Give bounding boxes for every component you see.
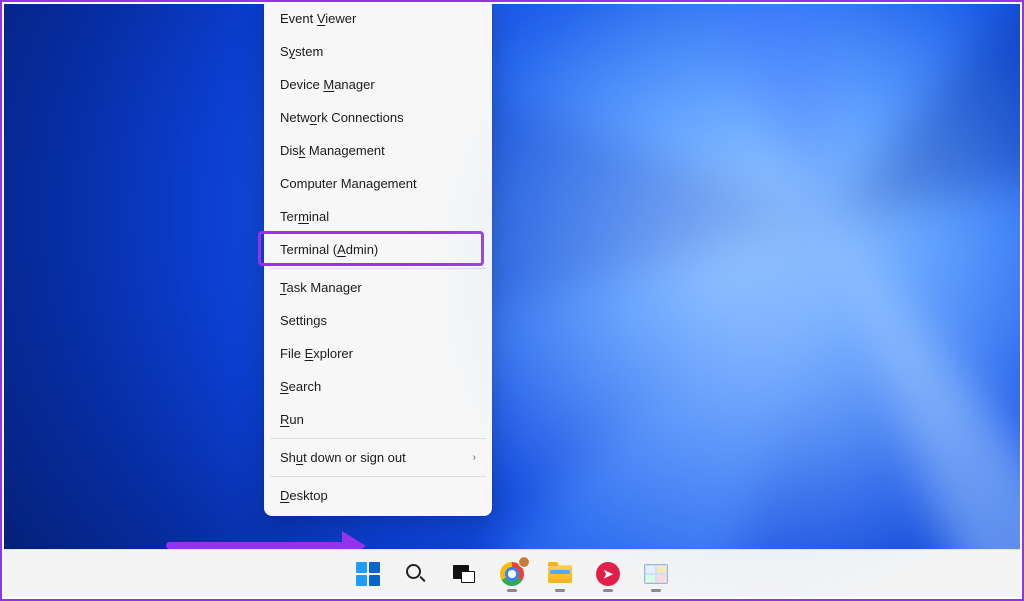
menu-item-label: Shut down or sign out	[280, 450, 406, 465]
taskbar-chrome[interactable]	[492, 554, 532, 594]
menu-item-label: System	[280, 44, 323, 59]
menu-item-search[interactable]: Search	[266, 370, 490, 403]
profile-avatar-icon	[518, 556, 530, 568]
menu-item-label: File Explorer	[280, 346, 353, 361]
menu-item-file-explorer[interactable]: File Explorer	[266, 337, 490, 370]
running-indicator	[507, 589, 517, 592]
menu-item-label: Terminal (Admin)	[280, 242, 378, 257]
file-explorer-icon	[548, 565, 572, 583]
menu-item-label: Task Manager	[280, 280, 362, 295]
menu-separator	[270, 476, 486, 477]
menu-item-label: Event Viewer	[280, 11, 356, 26]
menu-item-terminal[interactable]: Terminal	[266, 200, 490, 233]
menu-item-label: Desktop	[280, 488, 328, 503]
menu-item-terminal-admin[interactable]: Terminal (Admin)	[266, 233, 490, 266]
menu-item-label: Device Manager	[280, 77, 375, 92]
running-indicator	[555, 589, 565, 592]
grid-app-icon	[644, 564, 668, 584]
winx-power-user-menu[interactable]: Event Viewer System Device Manager Network …	[264, 4, 492, 516]
taskbar-app-grid[interactable]	[636, 554, 676, 594]
task-view-button[interactable]	[444, 554, 484, 594]
menu-item-event-viewer[interactable]: Event Viewer	[266, 4, 490, 35]
desktop-wallpaper: Event Viewer System Device Manager Network …	[4, 4, 1020, 597]
menu-item-task-manager[interactable]: Task Manager	[266, 271, 490, 304]
taskbar-app-red[interactable]: ➤	[588, 554, 628, 594]
menu-item-computer-management[interactable]: Computer Management	[266, 167, 490, 200]
menu-separator	[270, 438, 486, 439]
task-view-icon	[453, 565, 475, 583]
taskbar-file-explorer[interactable]	[540, 554, 580, 594]
red-circle-icon: ➤	[596, 562, 620, 586]
menu-item-run[interactable]: Run	[266, 403, 490, 436]
taskbar: ➤	[4, 549, 1020, 597]
running-indicator	[651, 589, 661, 592]
menu-item-label: Settings	[280, 313, 327, 328]
menu-item-label: Search	[280, 379, 321, 394]
search-icon	[405, 563, 427, 585]
menu-separator	[270, 268, 486, 269]
running-indicator	[603, 589, 613, 592]
menu-item-label: Network Connections	[280, 110, 404, 125]
menu-item-label: Computer Management	[280, 176, 417, 191]
menu-item-settings[interactable]: Settings	[266, 304, 490, 337]
menu-item-label: Run	[280, 412, 304, 427]
menu-item-label: Disk Management	[280, 143, 385, 158]
menu-item-system[interactable]: System	[266, 35, 490, 68]
taskbar-search[interactable]	[396, 554, 436, 594]
start-button[interactable]	[348, 554, 388, 594]
menu-item-network-connections[interactable]: Network Connections	[266, 101, 490, 134]
menu-item-label: Terminal	[280, 209, 329, 224]
menu-item-device-manager[interactable]: Device Manager	[266, 68, 490, 101]
menu-item-shutdown[interactable]: Shut down or sign out ›	[266, 441, 490, 474]
windows-start-icon	[356, 562, 380, 586]
menu-item-disk-management[interactable]: Disk Management	[266, 134, 490, 167]
chevron-right-icon: ›	[473, 452, 476, 463]
menu-item-desktop[interactable]: Desktop	[266, 479, 490, 512]
